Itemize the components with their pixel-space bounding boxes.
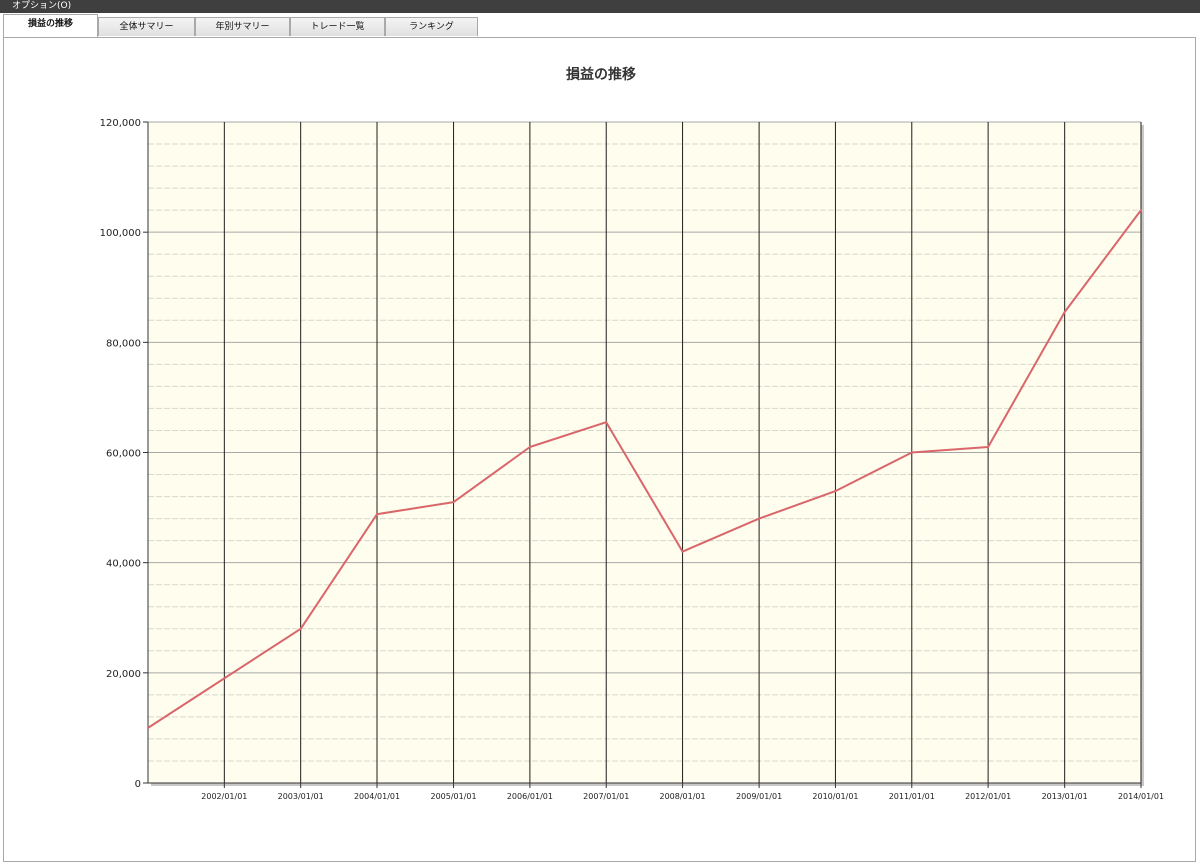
y-tick-label: 20,000 [106,669,141,680]
tab-trade-list[interactable]: トレード一覧 [290,17,385,36]
tab-overall-summary[interactable]: 全体サマリー [98,17,195,36]
menu-bar: オプション(O) [0,0,1200,13]
x-tick-label: 2011/01/01 [889,792,935,801]
x-tick-label: 2005/01/01 [430,792,476,801]
tab-yearly-summary[interactable]: 年別サマリー [195,17,290,36]
data-point [910,451,913,454]
data-point [528,445,531,448]
x-tick-label: 2003/01/01 [278,792,324,801]
data-point [1140,209,1142,212]
x-tick-label: 2006/01/01 [507,792,553,801]
data-point [605,421,608,424]
x-tick-label: 2013/01/01 [1042,792,1088,801]
tab-profit-transition[interactable]: 損益の推移 [3,14,98,37]
x-tick-label: 2014/01/01 [1118,792,1164,801]
chart-title: 損益の推移 [566,66,636,83]
x-tick-label: 2012/01/01 [965,792,1011,801]
tab-ranking[interactable]: ランキング [385,17,478,36]
tab-strip: 損益の推移 全体サマリー 年別サマリー トレード一覧 ランキング [0,13,1200,37]
data-point [758,517,761,520]
data-point [147,726,149,729]
y-tick-label: 100,000 [100,228,141,239]
y-tick-label: 0 [135,779,141,790]
options-menu[interactable]: オプション(O) [0,1,71,11]
x-tick-label: 2008/01/01 [660,792,706,801]
profit-chart: 0 20,000 40,000 60,000 80,000 100,000 120,000 2… [100,66,1164,801]
x-tick-label: 2010/01/01 [812,792,858,801]
y-tick-label: 80,000 [106,338,141,349]
data-point [452,501,455,504]
y-tick-label: 60,000 [106,449,141,460]
data-point [834,490,837,493]
x-tick-label: 2009/01/01 [736,792,782,801]
x-tick-label: 2004/01/01 [354,792,400,801]
data-point [376,513,379,516]
data-point [299,627,302,630]
data-point [681,550,684,553]
data-point [987,445,990,448]
x-tick-label: 2002/01/01 [201,792,247,801]
data-point [1063,311,1066,314]
x-tick-label: 2007/01/01 [583,792,629,801]
chart-panel: 0 20,000 40,000 60,000 80,000 100,000 120,000 2… [3,37,1196,862]
y-tick-label: 40,000 [106,559,141,570]
y-tick-label: 120,000 [100,118,141,129]
